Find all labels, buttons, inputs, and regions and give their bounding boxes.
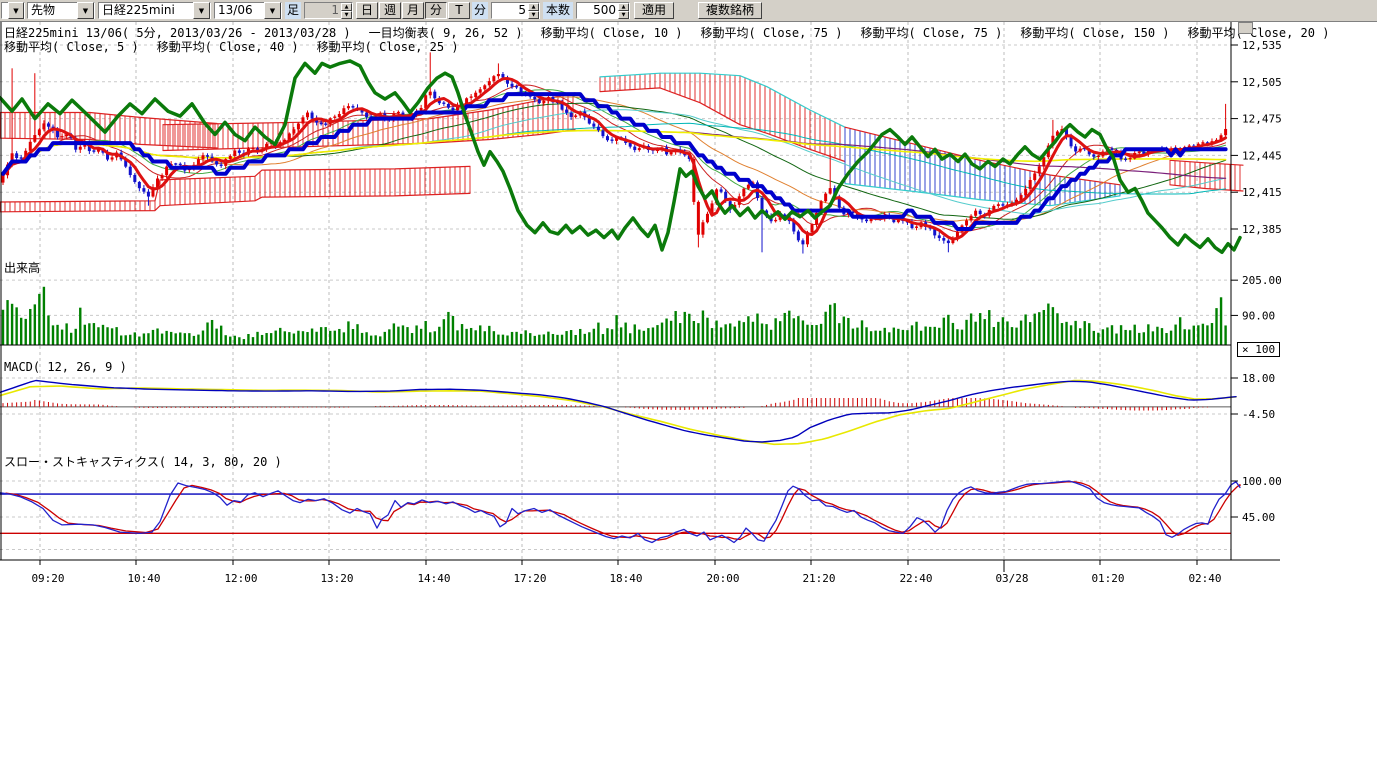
interval-value: 1 [305, 3, 341, 18]
svg-text:21:20: 21:20 [802, 572, 835, 585]
stochastics-panel-label: スロー・ストキャスティクス( 14, 3, 80, 20 ) [4, 453, 282, 470]
chevron-down-icon[interactable]: ▼ [77, 2, 94, 19]
period-button-week[interactable]: 週 [379, 2, 401, 19]
svg-text:90.00: 90.00 [1242, 309, 1275, 322]
instrument-type-value: 先物 [28, 3, 77, 18]
period-button-month[interactable]: 月 [402, 2, 424, 19]
svg-text:12:00: 12:00 [224, 572, 257, 585]
volume-panel-label: 出来高 [4, 259, 40, 276]
blank-combo[interactable]: ▼ [1, 2, 25, 19]
svg-text:-4.50: -4.50 [1242, 408, 1275, 421]
contract-month-combo[interactable]: 13/06 ▼ [214, 2, 282, 19]
svg-text:12,415: 12,415 [1242, 186, 1282, 199]
legend-item: 移動平均( Close, 75 ) [701, 24, 843, 41]
symbol-combo[interactable]: 日経225mini ▼ [98, 2, 211, 19]
spinner-arrows-icon[interactable]: ▲▼ [341, 3, 352, 18]
svg-text:12,475: 12,475 [1242, 113, 1282, 126]
interval-spinner[interactable]: 1 ▲▼ [304, 2, 353, 19]
apply-button[interactable]: 適用 [634, 2, 674, 19]
chevron-down-icon[interactable]: ▼ [193, 2, 210, 19]
legend-item: 移動平均( Close, 150 ) [1020, 24, 1169, 41]
minutes-label: 分 [472, 2, 488, 19]
period-button-tick[interactable]: T [448, 2, 470, 19]
legend-item: 移動平均( Close, 25 ) [317, 38, 459, 55]
chart-legend-row-2: 移動平均( Close, 5 ) 移動平均( Close, 40 ) 移動平均( C… [4, 38, 459, 55]
instrument-type-combo[interactable]: 先物 ▼ [27, 2, 95, 19]
contract-month-value: 13/06 [215, 3, 264, 18]
bars-spinner[interactable]: 500 ▲▼ [576, 2, 630, 19]
ashi-label: 足 [285, 2, 301, 19]
legend-item: 移動平均( Close, 40 ) [157, 38, 299, 55]
svg-text:18:40: 18:40 [609, 572, 642, 585]
period-button-day[interactable]: 日 [356, 2, 378, 19]
svg-text:03/28: 03/28 [995, 572, 1028, 585]
svg-text:22:40: 22:40 [899, 572, 932, 585]
bars-label: 本数 [543, 2, 573, 19]
scroll-corner [1238, 22, 1253, 34]
svg-text:205.00: 205.00 [1242, 274, 1282, 287]
symbol-value: 日経225mini [99, 3, 193, 18]
bars-value: 500 [577, 3, 618, 18]
svg-text:12,445: 12,445 [1242, 149, 1282, 162]
svg-text:12,385: 12,385 [1242, 223, 1282, 236]
svg-text:14:40: 14:40 [417, 572, 450, 585]
minutes-value: 5 [492, 3, 528, 18]
legend-item: 移動平均( Close, 20 ) [1188, 24, 1330, 41]
spinner-arrows-icon[interactable]: ▲▼ [528, 3, 539, 18]
svg-text:12,505: 12,505 [1242, 76, 1282, 89]
svg-text:100.00: 100.00 [1242, 475, 1282, 488]
volume-multiplier-badge: × 100 [1237, 342, 1280, 357]
svg-text:09:20: 09:20 [31, 572, 64, 585]
macd-panel-label: MACD( 12, 26, 9 ) [4, 360, 127, 374]
multi-symbol-button[interactable]: 複数銘柄 [698, 2, 762, 19]
chevron-down-icon[interactable]: ▼ [264, 2, 281, 19]
period-button-minute[interactable]: 分 [425, 2, 447, 19]
toolbar: ▼ 先物 ▼ 日経225mini ▼ 13/06 ▼ 足 1 ▲▼ 日 週 月 … [0, 0, 1377, 22]
svg-text:02:40: 02:40 [1188, 572, 1221, 585]
chevron-down-icon[interactable]: ▼ [8, 2, 24, 19]
spinner-arrows-icon[interactable]: ▲▼ [618, 3, 629, 18]
legend-item: 移動平均( Close, 75 ) [860, 24, 1002, 41]
chart-plot-area[interactable]: 12,53512,50512,47512,44512,41512,385205.… [0, 0, 1377, 768]
svg-text:10:40: 10:40 [127, 572, 160, 585]
svg-text:18.00: 18.00 [1242, 372, 1275, 385]
svg-text:01:20: 01:20 [1091, 572, 1124, 585]
legend-item: 移動平均( Close, 10 ) [541, 24, 683, 41]
svg-text:13:20: 13:20 [320, 572, 353, 585]
minutes-spinner[interactable]: 5 ▲▼ [491, 2, 540, 19]
svg-text:45.00: 45.00 [1242, 511, 1275, 524]
legend-item: 移動平均( Close, 5 ) [4, 38, 139, 55]
svg-text:17:20: 17:20 [513, 572, 546, 585]
svg-text:20:00: 20:00 [706, 572, 739, 585]
